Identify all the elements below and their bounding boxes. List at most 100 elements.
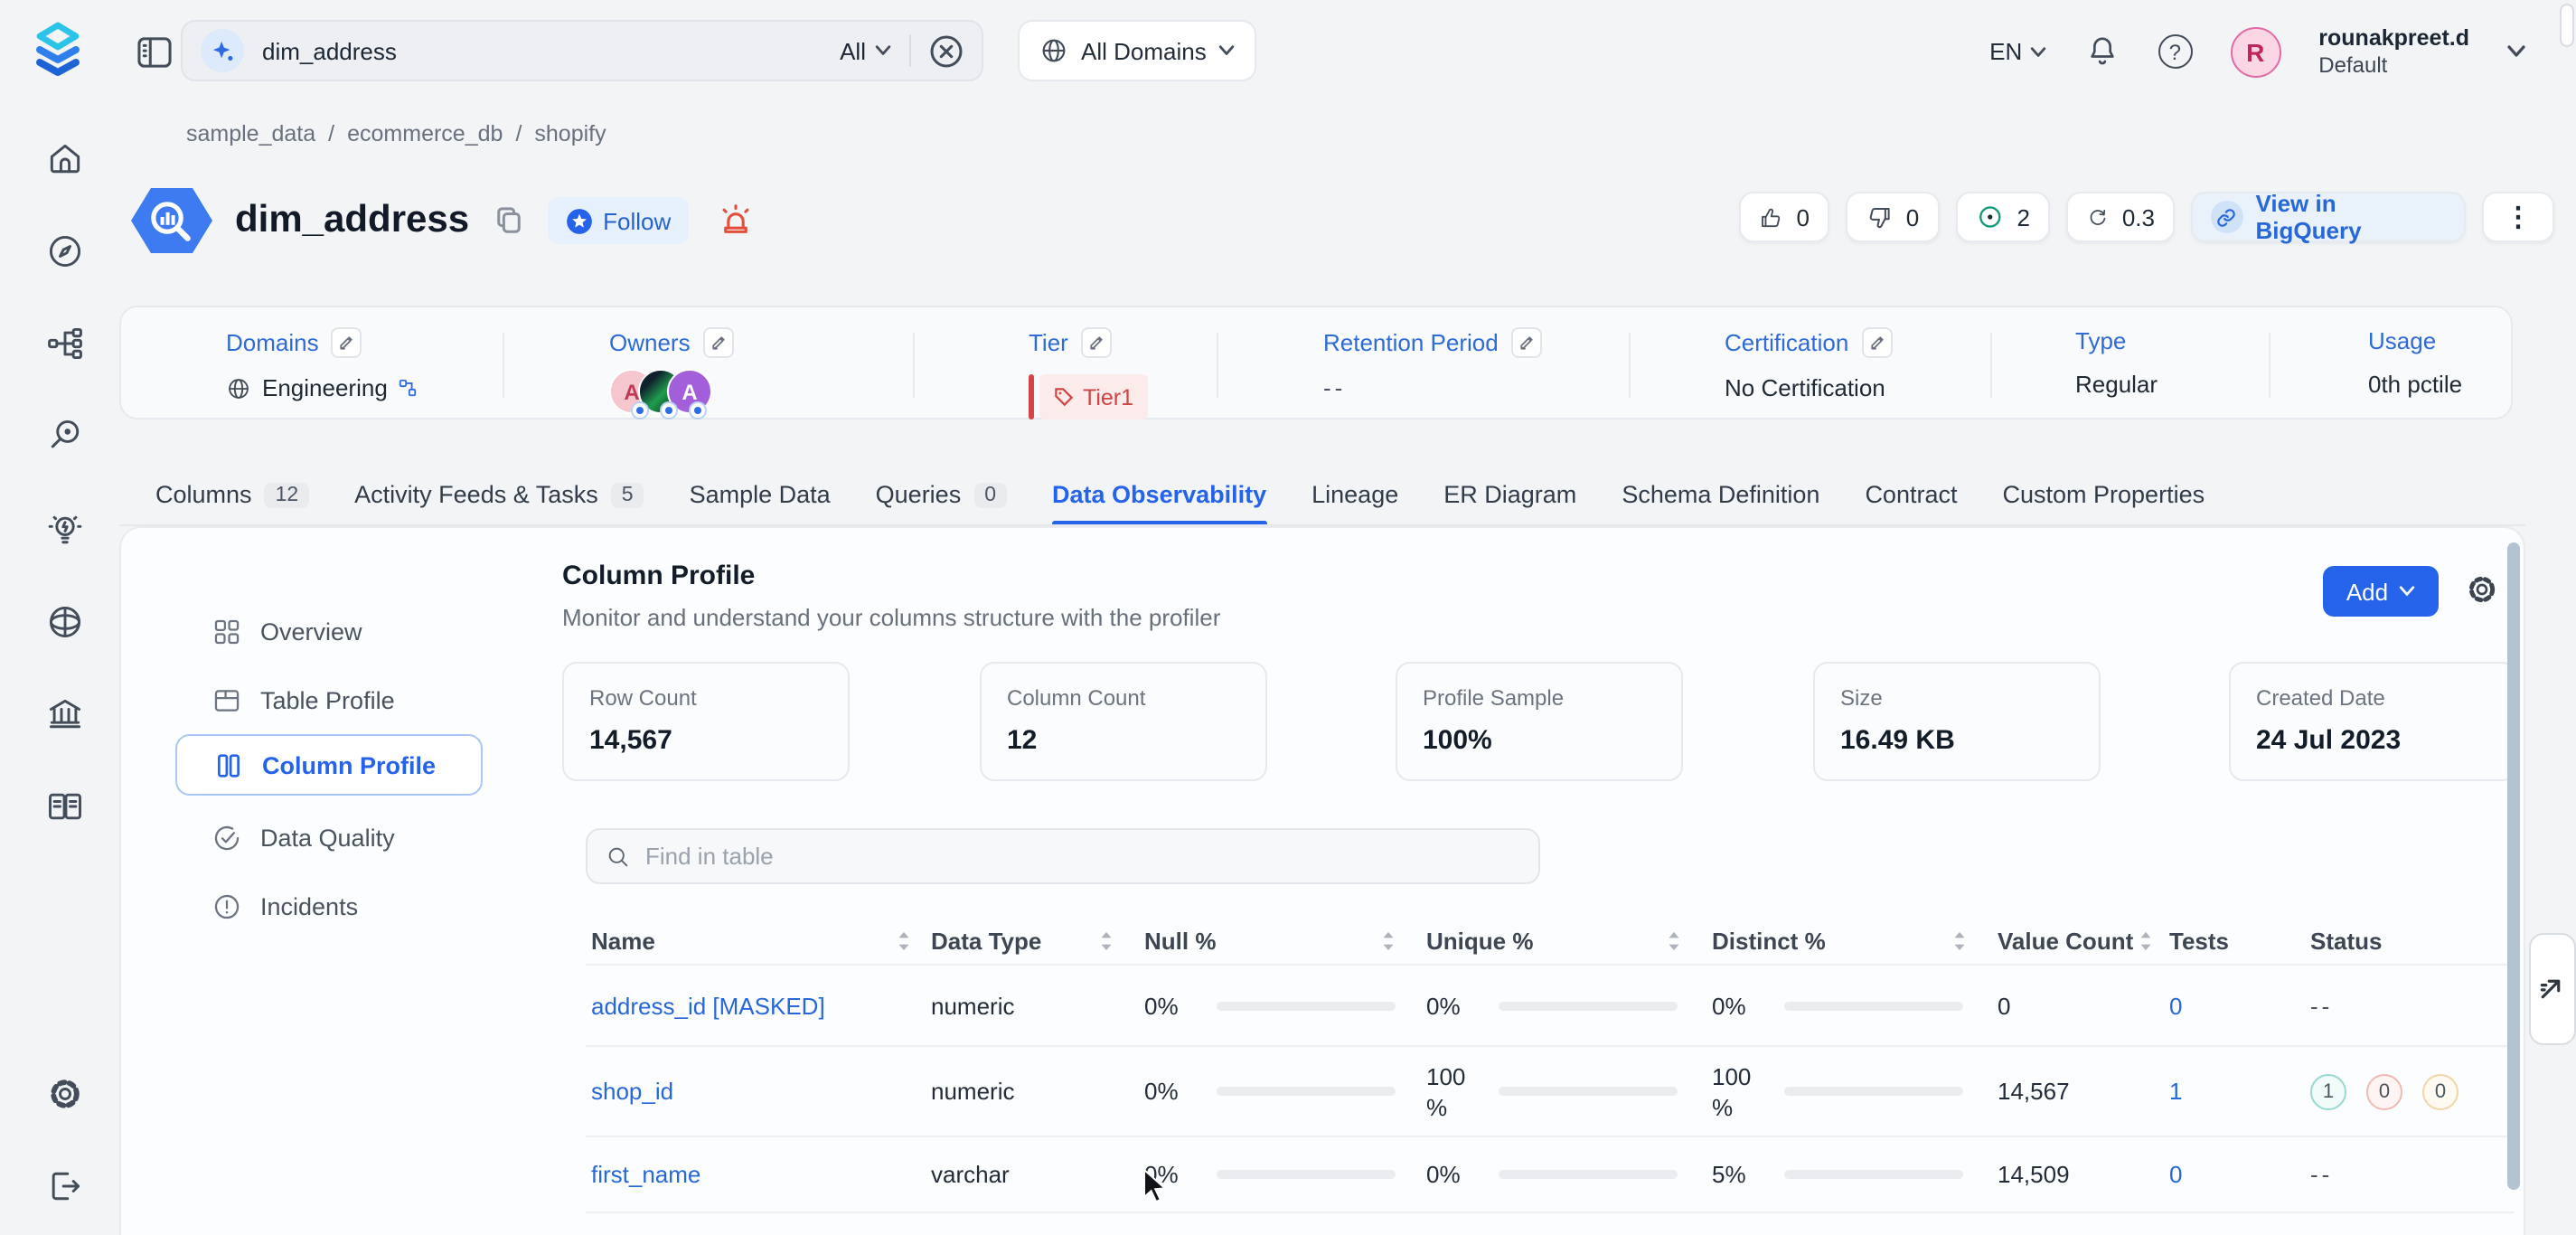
tier-chip[interactable]: Tier1 [1039, 374, 1148, 420]
card-profile-sample: Profile Sample100% [1396, 662, 1683, 781]
sort-icon[interactable] [1097, 930, 1115, 950]
status-badge-warning: 0 [2422, 1073, 2458, 1109]
nav-governance-icon[interactable] [45, 694, 85, 734]
status-badge-passed: 1 [2310, 1073, 2346, 1109]
col-header-name[interactable]: Name [591, 927, 931, 954]
menu-item-table-profile[interactable]: Table Profile [175, 669, 483, 731]
edit-retention-icon[interactable] [1511, 327, 1542, 358]
edit-owners-icon[interactable] [703, 327, 734, 358]
sort-icon[interactable] [895, 930, 913, 950]
breadcrumb-item[interactable]: sample_data [186, 121, 315, 146]
tab-queries[interactable]: Queries0 [876, 463, 1007, 526]
nav-discover-icon[interactable] [45, 231, 85, 271]
alert-circle-icon [212, 891, 242, 921]
data-observability-panel: Overview Table Profile Column Profile Da… [119, 526, 2525, 1235]
menu-item-column-profile[interactable]: Column Profile [175, 734, 483, 796]
like-button[interactable]: 0 [1739, 192, 1829, 242]
edit-certification-icon[interactable] [1861, 327, 1892, 358]
nav-search-eye-icon[interactable] [45, 416, 85, 456]
add-button[interactable]: Add [2323, 566, 2439, 617]
page-scrollbar-thumb[interactable] [2560, 4, 2574, 47]
profiler-settings-icon[interactable] [2464, 571, 2500, 608]
clear-search-icon[interactable] [929, 33, 964, 68]
user-menu-chevron-icon[interactable] [2507, 45, 2525, 58]
search-input[interactable] [262, 37, 696, 64]
tab-lineage[interactable]: Lineage [1312, 463, 1398, 526]
col-header-unique[interactable]: Unique % [1426, 927, 1712, 954]
breadcrumb-item[interactable]: shopify [534, 121, 606, 146]
tests-link[interactable]: 0 [2169, 1161, 2310, 1188]
tab-custom-properties[interactable]: Custom Properties [2003, 463, 2205, 526]
watchers-button[interactable]: 2 [1956, 192, 2050, 242]
sort-icon[interactable] [1951, 930, 1969, 950]
copy-name-icon[interactable] [494, 206, 522, 235]
table-row[interactable]: address_id [MASKED] numeric 0% 0% 0% 0 0… [586, 964, 2515, 1045]
card-column-count: Column Count12 [980, 662, 1267, 781]
column-name-link[interactable]: shop_id [591, 1078, 931, 1105]
globe-icon [226, 375, 251, 401]
tab-data-observability[interactable]: Data Observability [1052, 463, 1266, 526]
user-workspace: Default [2318, 52, 2469, 79]
edit-tier-icon[interactable] [1081, 327, 1112, 358]
table-row[interactable]: shop_id numeric 0% 100 % 100 % 14,567 1 … [586, 1045, 2515, 1136]
help-icon[interactable]: ? [2158, 34, 2192, 69]
certification-value: No Certification [1725, 374, 1885, 401]
table-row[interactable]: first_name varchar 0% 0% 5% 14,509 0 -- [586, 1136, 2515, 1211]
nav-glossary-globe-icon[interactable] [45, 602, 85, 642]
tab-schema-definition[interactable]: Schema Definition [1622, 463, 1819, 526]
col-header-data-type[interactable]: Data Type [931, 927, 1144, 954]
atlan-logo-icon[interactable] [33, 20, 83, 78]
user-menu[interactable]: rounakpreet.d Default [2318, 24, 2469, 79]
tab-er-diagram[interactable]: ER Diagram [1443, 463, 1576, 526]
menu-item-incidents[interactable]: Incidents [175, 875, 483, 937]
col-header-null[interactable]: Null % [1144, 927, 1426, 954]
menu-item-overview[interactable]: Overview [175, 600, 483, 662]
tests-link[interactable]: 1 [2169, 1078, 2310, 1105]
breadcrumb-item[interactable]: ecommerce_db [347, 121, 503, 146]
side-panel-handle[interactable] [2529, 933, 2576, 1045]
nav-insights-icon[interactable] [45, 510, 85, 550]
tests-link[interactable]: 0 [2169, 992, 2310, 1019]
announcement-alert-icon[interactable] [718, 203, 754, 239]
content-scrollbar-thumb[interactable] [2507, 542, 2520, 1190]
sort-icon[interactable] [1379, 930, 1397, 950]
edit-domains-icon[interactable] [332, 327, 362, 358]
col-header-value-count[interactable]: Value Count [1998, 927, 2169, 954]
col-header-distinct[interactable]: Distinct % [1712, 927, 1998, 954]
sort-icon[interactable] [2137, 930, 2155, 950]
nav-logout-icon[interactable] [45, 1166, 85, 1206]
nav-settings-icon[interactable] [45, 1074, 85, 1114]
all-domains-filter[interactable]: All Domains [1018, 20, 1257, 81]
menu-item-data-quality[interactable]: Data Quality [175, 806, 483, 868]
nav-home-icon[interactable] [45, 139, 85, 179]
divider [909, 34, 911, 67]
language-dropdown[interactable]: EN [1989, 38, 2045, 65]
tab-sample-data[interactable]: Sample Data [690, 463, 831, 526]
search-icon [606, 844, 631, 869]
tab-columns[interactable]: Columns12 [155, 463, 309, 526]
table-row[interactable] [586, 1211, 2515, 1235]
freshness-button[interactable]: 0.3 [2066, 192, 2175, 242]
nav-docs-icon[interactable] [45, 787, 85, 826]
tab-activity-feeds[interactable]: Activity Feeds & Tasks5 [354, 463, 644, 526]
global-search[interactable]: All [181, 20, 983, 81]
tab-contract[interactable]: Contract [1865, 463, 1957, 526]
search-scope-dropdown[interactable]: All [840, 37, 891, 64]
dislike-button[interactable]: 0 [1846, 192, 1940, 242]
view-in-bigquery-button[interactable]: View in BigQuery [2191, 192, 2466, 242]
sort-icon[interactable] [1665, 930, 1683, 950]
card-size: Size16.49 KB [1813, 662, 2101, 781]
table-icon [212, 684, 242, 715]
find-in-table-input[interactable] [645, 843, 1441, 870]
domain-value[interactable]: Engineering [262, 374, 388, 401]
notifications-bell-icon[interactable] [2083, 33, 2120, 71]
follow-button[interactable]: Follow [547, 197, 689, 244]
nav-lineage-icon[interactable] [45, 324, 85, 363]
column-name-link[interactable]: address_id [MASKED] [591, 992, 931, 1019]
sidebar-toggle-icon[interactable] [137, 36, 172, 69]
user-avatar[interactable]: R [2230, 26, 2280, 77]
column-name-link[interactable]: first_name [591, 1161, 931, 1188]
tag-icon [1054, 387, 1074, 407]
more-actions-button[interactable]: ⋮ [2482, 192, 2554, 242]
find-in-table[interactable] [586, 828, 1540, 884]
